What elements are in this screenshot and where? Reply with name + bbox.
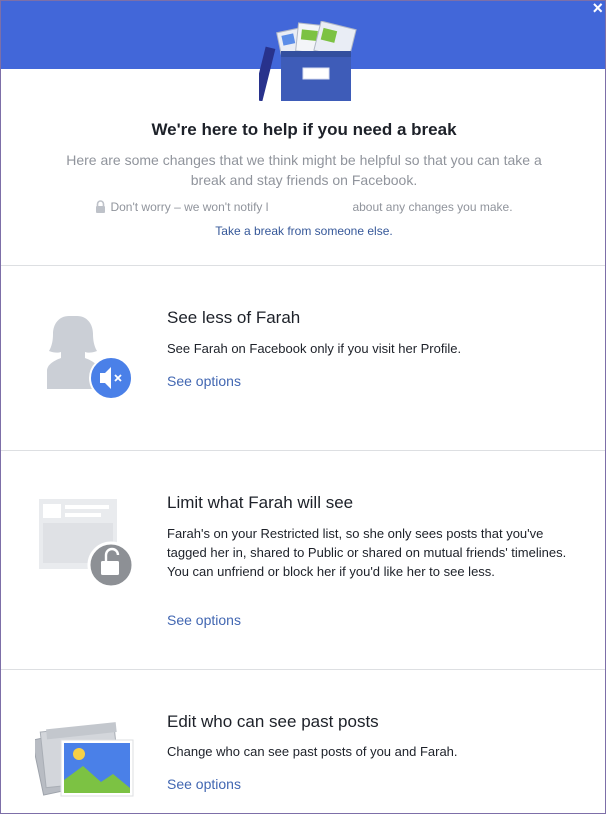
muted-person-icon bbox=[47, 316, 133, 400]
section-title: Limit what Farah will see bbox=[167, 493, 354, 512]
close-button[interactable]: × bbox=[592, 1, 603, 18]
restricted-profile-icon bbox=[39, 499, 135, 589]
section-description: Farah's on your Restricted list, so she … bbox=[167, 526, 567, 579]
memories-box-icon bbox=[259, 21, 357, 101]
notify-notice: Don't worry – we won't notify l about any… bbox=[1, 200, 605, 214]
notify-cursor: l bbox=[265, 200, 269, 214]
notify-prefix: Don't worry – we won't notify bbox=[110, 200, 263, 214]
intro-subtitle: Here are some changes that we think migh… bbox=[66, 152, 542, 188]
section-past-posts: Edit who can see past posts Change who c… bbox=[1, 670, 605, 813]
section-description: See Farah on Facebook only if you visit … bbox=[167, 341, 462, 356]
lock-icon bbox=[96, 200, 106, 213]
see-options-link[interactable]: See options bbox=[167, 612, 241, 628]
intro-title: We're here to help if you need a break bbox=[151, 120, 457, 139]
section-title: See less of Farah bbox=[167, 308, 301, 327]
section-see-less: See less of Farah See Farah on Facebook … bbox=[1, 266, 605, 450]
section-limit-what-farah-sees: Limit what Farah will see Farah's on you… bbox=[1, 451, 605, 669]
section-description: Change who can see past posts of you and… bbox=[167, 744, 458, 759]
notify-suffix: about any changes you make. bbox=[352, 200, 513, 214]
take-a-break-dialog: × We're here to help if you need a break… bbox=[0, 0, 606, 814]
section-title: Edit who can see past posts bbox=[167, 712, 379, 731]
past-posts-photo-icon bbox=[35, 722, 134, 797]
see-options-link[interactable]: See options bbox=[167, 776, 241, 792]
take-break-link[interactable]: Take a break from someone else. bbox=[1, 224, 605, 238]
see-options-link[interactable]: See options bbox=[167, 373, 241, 389]
